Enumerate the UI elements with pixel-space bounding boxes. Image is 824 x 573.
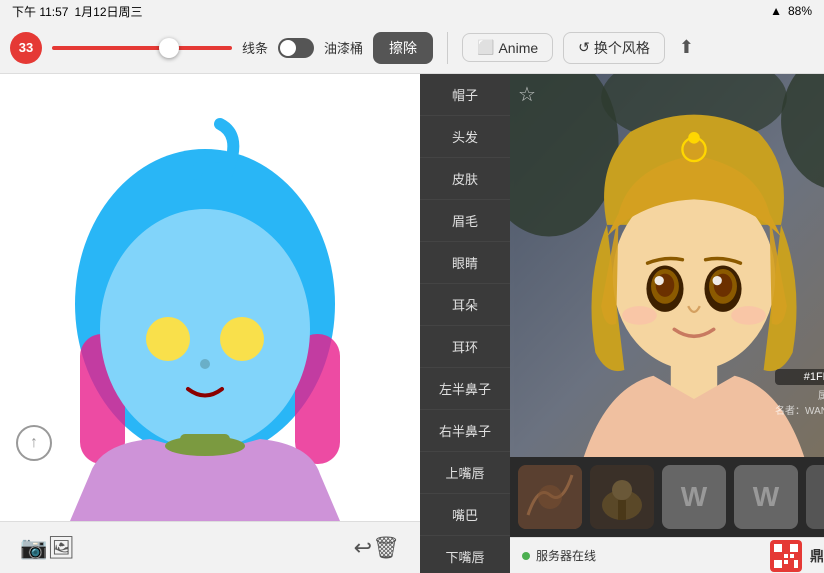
undo-button[interactable]: ↩	[354, 535, 372, 561]
right-panel: ☆ 🔒 #1FByW7 属包属于 名者：WAND 官方 ⬆	[510, 74, 824, 573]
thumbnail-strip: W W 🔒	[510, 457, 824, 537]
top-toolbar: 33 线条 油漆桶 擦除 ⬜ Anime ↺ 换个风格 ⬆	[0, 22, 824, 74]
canvas-bottom-toolbar: 📷 🖼 ↩ 🗑	[0, 521, 420, 573]
status-bar: 下午 11:57 1月12日周三 ▲ 88%	[0, 0, 824, 22]
cat-nose-left[interactable]: 左半鼻子	[420, 368, 510, 410]
cat-earring[interactable]: 耳环	[420, 326, 510, 368]
thumb3-letter: W	[681, 481, 707, 513]
cat-hair[interactable]: 头发	[420, 116, 510, 158]
bottom-status-bar: 服务器在线 鼎品软件	[510, 537, 824, 573]
brush-size-slider[interactable]	[52, 46, 232, 50]
toolbar-divider-1	[447, 32, 448, 64]
slider-thumb[interactable]	[159, 38, 179, 58]
time: 下午 11:57	[12, 3, 68, 20]
tool-toggle-switch[interactable]	[278, 38, 314, 58]
star-icon[interactable]: ☆	[518, 82, 536, 107]
camera-button[interactable]: 📷	[20, 535, 47, 561]
anime-icon: ⬜	[477, 39, 494, 56]
canvas-area: ↑ 📷 🖼 ↩ 🗑	[0, 74, 420, 573]
cat-skin[interactable]: 皮肤	[420, 158, 510, 200]
main-area: ↑ 📷 🖼 ↩ 🗑 帽子 头发 皮肤 眉毛 眼睛 耳朵 耳环 左半鼻子 右半鼻子…	[0, 74, 824, 573]
thumbnail-2[interactable]	[590, 465, 654, 529]
cat-eyebrow[interactable]: 眉毛	[420, 200, 510, 242]
toggle-knob	[280, 40, 296, 56]
wraps-text: 属包属于	[775, 387, 824, 402]
logo-icon	[770, 540, 802, 572]
date: 1月12日周三	[74, 3, 142, 20]
style-label: 换个风格	[594, 38, 650, 58]
gallery-button[interactable]: 🖼	[47, 535, 75, 561]
anime-background: ☆ 🔒 #1FByW7 属包属于 名者：WAND 官方 ⬆	[510, 74, 824, 457]
info-overlay: #1FByW7 属包属于 名者：WAND 官方	[775, 369, 824, 417]
bucket-tool-label: 油漆桶	[324, 38, 363, 57]
thumb4-letter: W	[753, 481, 779, 513]
drawing-canvas[interactable]: ↑	[0, 74, 420, 521]
logo-text: 鼎品软件	[810, 546, 824, 566]
thumbnail-5[interactable]: 🔒	[806, 465, 824, 529]
cat-upper-lip[interactable]: 上嘴唇	[420, 452, 510, 494]
wifi-icon: ▲	[770, 4, 782, 18]
cat-lower-lip[interactable]: 下嘴唇	[420, 536, 510, 573]
thumb2-svg	[590, 465, 654, 529]
logo-area: 鼎品软件	[770, 540, 824, 572]
author-text: 名者：WAND 官方	[775, 402, 824, 417]
cat-eye[interactable]: 眼睛	[420, 242, 510, 284]
erase-button[interactable]: 擦除	[373, 32, 433, 64]
server-status-text: 服务器在线	[536, 547, 596, 564]
style-icon: ↺	[578, 39, 590, 56]
style-tag: #1FByW7	[775, 369, 824, 385]
thumbnail-3[interactable]: W	[662, 465, 726, 529]
thumbnail-4[interactable]: W	[734, 465, 798, 529]
thumb5-lock-icon: 🔒	[821, 481, 824, 514]
line-tool-label: 线条	[242, 38, 268, 57]
server-status-dot	[522, 552, 530, 560]
delete-button[interactable]: 🗑	[372, 535, 400, 561]
anime-label: Anime	[498, 40, 538, 56]
status-right: ▲ 88%	[770, 4, 812, 18]
anime-button[interactable]: ⬜ Anime	[462, 33, 553, 62]
upload-icon[interactable]: ↑	[16, 425, 52, 461]
cat-hat[interactable]: 帽子	[420, 74, 510, 116]
cat-nose-right[interactable]: 右半鼻子	[420, 410, 510, 452]
style-button[interactable]: ↺ 换个风格	[563, 32, 665, 64]
status-left: 下午 11:57 1月12日周三	[12, 3, 143, 20]
thumbnail-1[interactable]	[518, 465, 582, 529]
category-panel: 帽子 头发 皮肤 眉毛 眼睛 耳朵 耳环 左半鼻子 右半鼻子 上嘴唇 嘴巴 下嘴…	[420, 74, 510, 573]
thumb1-svg	[518, 465, 582, 529]
cat-mouth[interactable]: 嘴巴	[420, 494, 510, 536]
preview-area: ☆ 🔒 #1FByW7 属包属于 名者：WAND 官方 ⬆	[510, 74, 824, 457]
cat-ear[interactable]: 耳朵	[420, 284, 510, 326]
drawing-svg	[0, 74, 420, 521]
share-button[interactable]: ⬆	[675, 33, 698, 62]
brush-size-badge: 33	[10, 32, 42, 64]
battery-text: 88%	[788, 4, 812, 18]
